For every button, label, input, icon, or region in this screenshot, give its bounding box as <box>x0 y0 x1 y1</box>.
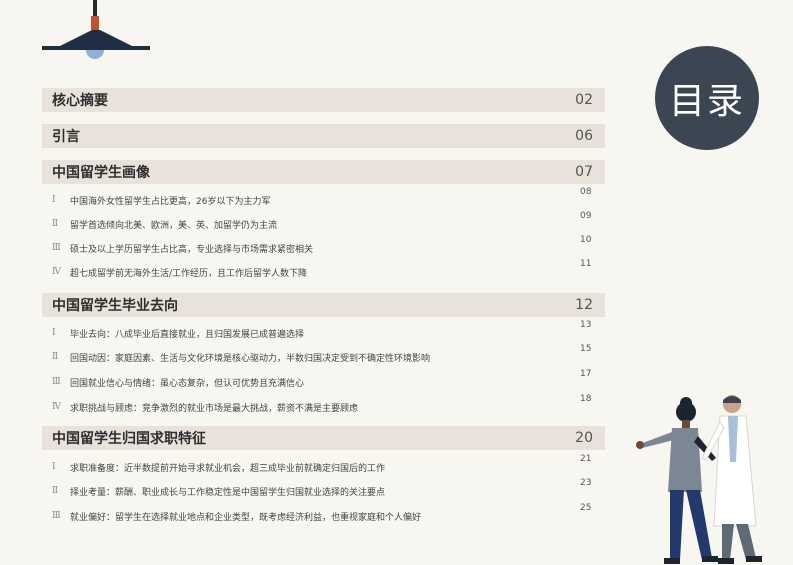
item-title: 就业偏好：留学生在选择就业地点和企业类型，既考虑经济利益，也重视家庭和个人偏好 <box>70 513 422 523</box>
toc-item[interactable]: Ⅱ 择业考量：薪酬、职业成长与工作稳定性是中国留学生归国就业选择的关注要点 23 <box>42 478 605 503</box>
toc-item[interactable]: Ⅱ 回国动因：家庭因素、生活与文化环境是核心驱动力，半数归国决定受到不确定性环境… <box>42 344 605 369</box>
item-title: 超七成留学前无海外生活/工作经历，且工作后留学人数下降 <box>70 269 308 279</box>
toc-item[interactable]: Ⅲ 就业偏好：留学生在选择就业地点和企业类型，既考虑经济利益，也重视家庭和个人偏… <box>42 503 605 528</box>
item-title: 硕士及以上学历留学生占比高，专业选择与市场需求紧密相关 <box>70 245 314 255</box>
section-bar: 中国留学生毕业去向 12 <box>42 293 605 317</box>
section-title: 中国留学生毕业去向 <box>52 298 178 314</box>
item-number: Ⅲ <box>52 511 61 521</box>
toc-item[interactable]: Ⅰ 求职准备度：近半数提前开始寻求就业机会，超三成毕业前就确定归国后的工作 21 <box>42 454 605 479</box>
item-title: 求职准备度：近半数提前开始寻求就业机会，超三成毕业前就确定归国后的工作 <box>70 464 386 474</box>
item-page: 08 <box>580 187 592 197</box>
toc-item[interactable]: Ⅳ 求职挑战与顾虑：竞争激烈的就业市场是最大挑战，薪资不满是主要顾虑 18 <box>42 394 605 419</box>
section-bar: 中国留学生画像 07 <box>42 160 605 184</box>
toc-section[interactable]: 引言 06 <box>42 124 605 148</box>
section-title: 引言 <box>52 129 80 145</box>
item-page: 23 <box>580 478 592 488</box>
toc-item[interactable]: Ⅰ 中国海外女性留学生占比更高，26岁以下为主力军 08 <box>42 187 605 212</box>
item-page: 15 <box>580 344 592 354</box>
section-bar: 核心摘要 02 <box>42 88 605 112</box>
item-number: Ⅳ <box>52 402 61 412</box>
toc-item[interactable]: Ⅰ 毕业去向：八成毕业后直接就业，且归国发展已成普遍选择 13 <box>42 320 605 345</box>
page-title: 目录 <box>668 81 745 122</box>
item-title: 留学首选倾向北美、欧洲，美、英、加留学仍为主流 <box>70 221 278 231</box>
item-page: 11 <box>580 259 592 269</box>
item-title: 毕业去向：八成毕业后直接就业，且归国发展已成普遍选择 <box>70 330 305 340</box>
item-title: 求职挑战与顾虑：竞争激烈的就业市场是最大挑战，薪资不满是主要顾虑 <box>70 404 359 414</box>
section-title: 中国留学生画像 <box>52 165 150 181</box>
item-title: 回国动因：家庭因素、生活与文化环境是核心驱动力，半数归国决定受到不确定性环境影响 <box>70 354 431 364</box>
item-title: 中国海外女性留学生占比更高，26岁以下为主力军 <box>70 197 271 207</box>
section-title: 核心摘要 <box>52 93 108 109</box>
item-page: 18 <box>580 394 592 404</box>
toc-item[interactable]: Ⅲ 回国就业信心与情绪：虽心态复杂，但认可优势且充满信心 17 <box>42 369 605 394</box>
toc-section[interactable]: 中国留学生归国求职特征 20 <box>42 426 605 450</box>
two-people-illustration <box>636 395 762 564</box>
item-page: 10 <box>580 235 592 245</box>
item-number: Ⅱ <box>52 486 59 496</box>
toc-section[interactable]: 中国留学生画像 07 <box>42 160 605 184</box>
item-number: Ⅰ <box>52 328 56 338</box>
item-number: Ⅳ <box>52 267 61 277</box>
toc-section[interactable]: 中国留学生毕业去向 12 <box>42 293 605 317</box>
hanging-lamp-icon <box>42 0 150 59</box>
item-title: 择业考量：薪酬、职业成长与工作稳定性是中国留学生归国就业选择的关注要点 <box>70 488 386 498</box>
item-number: Ⅲ <box>52 377 61 387</box>
section-title: 中国留学生归国求职特征 <box>52 431 206 447</box>
item-number: Ⅱ <box>52 352 59 362</box>
toc-item[interactable]: Ⅳ 超七成留学前无海外生活/工作经历，且工作后留学人数下降 11 <box>42 259 605 284</box>
section-bar: 中国留学生归国求职特征 20 <box>42 426 605 450</box>
item-number: Ⅲ <box>52 243 61 253</box>
item-page: 09 <box>580 211 592 221</box>
item-page: 21 <box>580 454 592 464</box>
item-number: Ⅱ <box>52 219 59 229</box>
item-page: 25 <box>580 503 592 513</box>
toc-item[interactable]: Ⅱ 留学首选倾向北美、欧洲，美、英、加留学仍为主流 09 <box>42 211 605 236</box>
toc-item[interactable]: Ⅲ 硕士及以上学历留学生占比高，专业选择与市场需求紧密相关 10 <box>42 235 605 260</box>
item-number: Ⅰ <box>52 462 56 472</box>
item-page: 17 <box>580 369 592 379</box>
section-page: 12 <box>575 297 593 313</box>
section-page: 20 <box>575 430 593 446</box>
item-number: Ⅰ <box>52 195 56 205</box>
toc-section[interactable]: 核心摘要 02 <box>42 88 605 112</box>
section-page: 07 <box>575 164 593 180</box>
toc-title-badge: 目录 <box>655 46 759 150</box>
item-title: 回国就业信心与情绪：虽心态复杂，但认可优势且充满信心 <box>70 379 305 389</box>
item-page: 13 <box>580 320 592 330</box>
section-page: 02 <box>575 92 593 108</box>
section-page: 06 <box>575 128 593 144</box>
section-bar: 引言 06 <box>42 124 605 148</box>
